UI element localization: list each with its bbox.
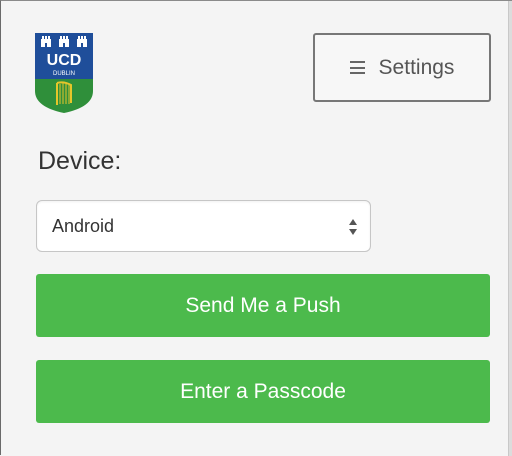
auth-prompt-frame: UCD DUBLIN Settings Device: Android Send… (0, 0, 512, 456)
frame-edge (508, 1, 512, 456)
ucd-logo: UCD DUBLIN (35, 33, 93, 113)
select-arrows-icon (349, 219, 357, 235)
ucd-crest-icon: UCD DUBLIN (35, 33, 93, 113)
logo-text-top: UCD (47, 52, 82, 69)
device-select[interactable]: Android (36, 200, 371, 252)
device-label: Device: (38, 147, 122, 175)
send-push-button-label: Send Me a Push (185, 293, 341, 317)
logo-text-bottom: DUBLIN (53, 71, 75, 77)
settings-button[interactable]: Settings (313, 33, 491, 102)
enter-passcode-button-label: Enter a Passcode (180, 379, 346, 403)
device-select-value: Android (52, 215, 115, 236)
send-push-button[interactable]: Send Me a Push (36, 274, 490, 337)
enter-passcode-button[interactable]: Enter a Passcode (36, 360, 490, 423)
hamburger-menu-icon (349, 61, 365, 74)
settings-button-label: Settings (378, 55, 455, 79)
